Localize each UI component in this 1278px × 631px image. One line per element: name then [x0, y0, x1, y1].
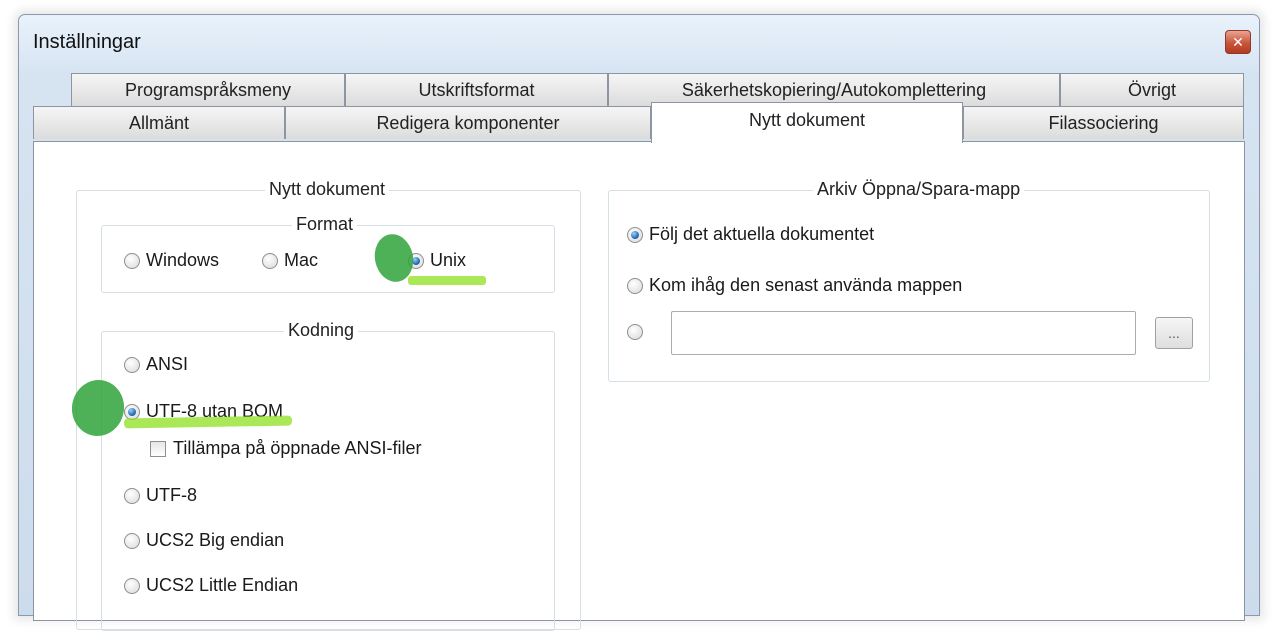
encoding-utf8-option[interactable]: UTF-8 — [124, 485, 197, 506]
encoding-ansi-radio[interactable] — [124, 356, 140, 373]
unix-highlight-underline — [408, 276, 486, 285]
tab-utskriftsformat[interactable]: Utskriftsformat — [345, 73, 608, 106]
remember-last-folder-label: Kom ihåg den senast använda mappen — [649, 275, 963, 295]
format-unix-option[interactable]: Unix — [408, 250, 466, 271]
close-icon: ✕ — [1232, 34, 1244, 50]
tab-redigera-komponenter[interactable]: Redigera komponenter — [285, 106, 651, 139]
tab-panel-nytt-dokument: Nytt dokument Format Windows Mac Unix Ko… — [33, 141, 1245, 631]
dialog-title: Inställningar — [33, 31, 141, 53]
follow-document-option[interactable]: Följ det aktuella dokumentet — [627, 224, 874, 245]
format-unix-label: Unix — [430, 250, 467, 270]
encoding-ansi-label: ANSI — [146, 354, 189, 374]
format-windows-radio[interactable] — [124, 252, 140, 269]
tab-programspraksmeny[interactable]: Programspråksmeny — [71, 73, 345, 106]
settings-dialog: Inställningar ✕ Programspråksmeny Utskri… — [18, 14, 1260, 631]
follow-document-label: Följ det aktuella dokumentet — [649, 224, 875, 244]
encoding-ucs2-big-label: UCS2 Big endian — [146, 530, 285, 550]
encoding-ansi-option[interactable]: ANSI — [124, 354, 188, 375]
apply-ansi-files-checkbox[interactable] — [150, 440, 166, 457]
tab-nytt-dokument[interactable]: Nytt dokument — [651, 102, 963, 143]
open-save-folder-title: Arkiv Öppna/Spara-mapp — [813, 179, 1025, 200]
format-mac-label: Mac — [284, 250, 319, 270]
custom-folder-radio[interactable] — [627, 324, 643, 340]
encoding-utf8-no-bom-radio[interactable] — [124, 403, 140, 420]
encoding-utf8-label: UTF-8 — [146, 485, 197, 505]
follow-document-radio[interactable] — [627, 226, 643, 243]
open-save-folder-group: Arkiv Öppna/Spara-mapp Följ det aktuella… — [608, 179, 1210, 382]
remember-last-folder-option[interactable]: Kom ihåg den senast använda mappen — [627, 275, 962, 296]
close-button[interactable]: ✕ — [1225, 30, 1251, 54]
encoding-utf8-radio[interactable] — [124, 487, 140, 504]
browse-folder-button[interactable]: ... — [1155, 317, 1193, 349]
tab-control: Programspråksmeny Utskriftsformat Säkerh… — [33, 73, 1245, 631]
encoding-ucs2-little-option[interactable]: UCS2 Little Endian — [124, 575, 298, 596]
apply-ansi-files-option[interactable]: Tillämpa på öppnade ANSI-filer — [150, 438, 421, 459]
custom-folder-path-input[interactable] — [671, 311, 1136, 355]
new-document-group-title: Nytt dokument — [265, 179, 390, 200]
format-mac-radio[interactable] — [262, 252, 278, 269]
format-windows-label: Windows — [146, 250, 220, 270]
remember-last-folder-radio[interactable] — [627, 277, 643, 294]
new-document-group: Nytt dokument Format Windows Mac Unix Ko… — [76, 179, 581, 631]
encoding-ucs2-big-radio[interactable] — [124, 532, 140, 549]
format-mac-option[interactable]: Mac — [262, 250, 318, 271]
format-group-title: Format — [292, 214, 358, 235]
title-bar[interactable]: Inställningar ✕ — [19, 15, 1259, 71]
tab-filassociering[interactable]: Filassociering — [963, 106, 1244, 139]
encoding-ucs2-little-label: UCS2 Little Endian — [146, 575, 299, 595]
encoding-ucs2-big-option[interactable]: UCS2 Big endian — [124, 530, 284, 551]
tab-ovrigt[interactable]: Övrigt — [1060, 73, 1244, 106]
apply-ansi-files-label: Tillämpa på öppnade ANSI-filer — [173, 438, 422, 458]
tab-allmant[interactable]: Allmänt — [33, 106, 285, 139]
encoding-group: Kodning ANSI UTF-8 utan BOM Tillämpa på … — [101, 320, 555, 631]
encoding-group-title: Kodning — [284, 320, 359, 341]
encoding-ucs2-little-radio[interactable] — [124, 577, 140, 594]
format-windows-option[interactable]: Windows — [124, 250, 219, 271]
format-group: Format Windows Mac Unix — [101, 214, 555, 293]
